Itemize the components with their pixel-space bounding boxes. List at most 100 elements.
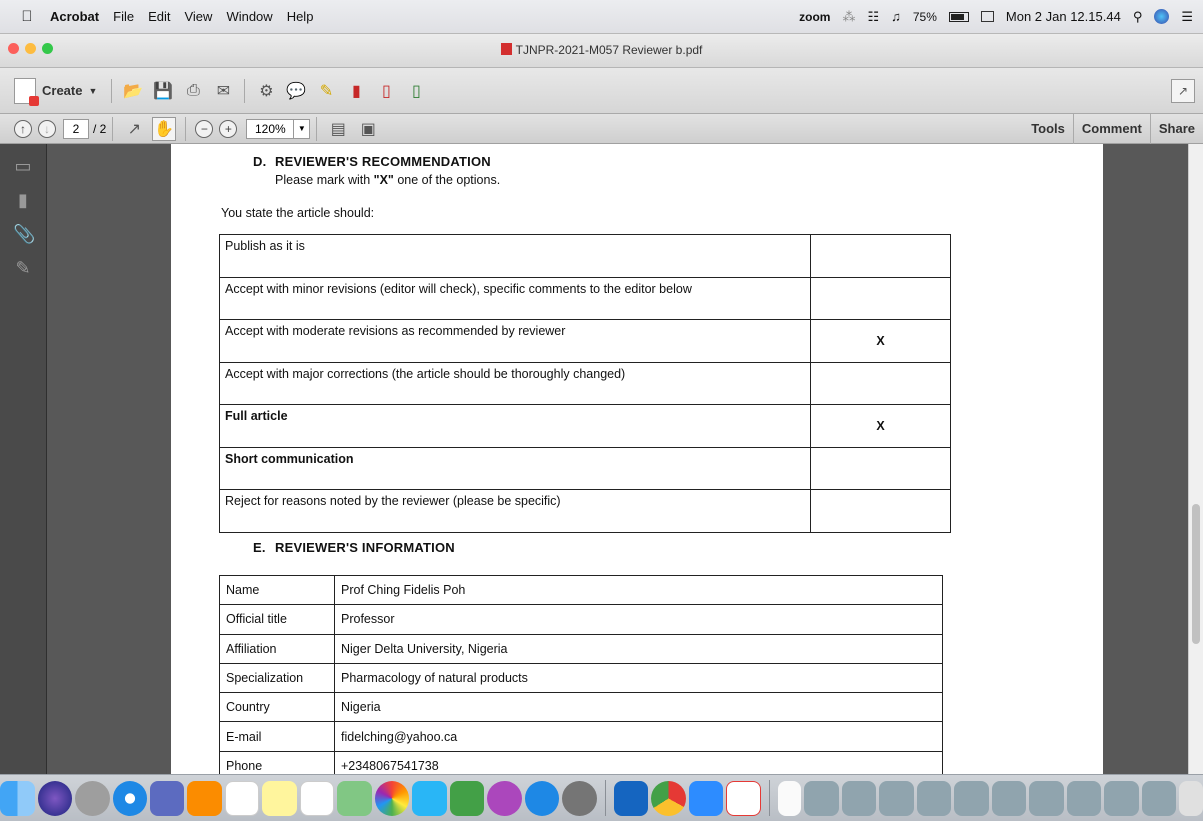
recommendation-row: Accept with major corrections (the artic… xyxy=(219,361,951,405)
share-button[interactable]: Share xyxy=(1149,113,1203,144)
reminders-icon[interactable] xyxy=(299,780,335,816)
fit-page-icon[interactable]: ▤ xyxy=(326,117,350,141)
next-page-icon[interactable]: ↓ xyxy=(38,119,56,138)
window-thumbnail-icon[interactable] xyxy=(1104,780,1139,816)
trash-icon[interactable] xyxy=(1179,780,1203,816)
pdf-page: D. REVIEWER'S RECOMMENDATION Please mark … xyxy=(171,144,1103,782)
volume-icon[interactable]: ♫ xyxy=(891,9,901,24)
highlight-icon[interactable]: ✎ xyxy=(314,79,338,103)
scrollbar-thumb[interactable] xyxy=(1192,504,1200,644)
facetime-icon[interactable] xyxy=(449,780,485,816)
reviewer-info-row: Official title Professor xyxy=(219,604,943,635)
zoom-out-icon[interactable]: − xyxy=(195,119,214,138)
zoom-dropdown-icon[interactable]: ▼ xyxy=(294,118,311,139)
full-screen-icon[interactable]: ▣ xyxy=(356,117,380,141)
display-icon[interactable] xyxy=(980,11,994,22)
export-pdf-icon[interactable]: ▯ xyxy=(374,79,398,103)
notification-center-icon[interactable]: ☰ xyxy=(1181,9,1193,25)
vertical-scrollbar[interactable] xyxy=(1188,144,1203,774)
create-button[interactable]: Create ▼ xyxy=(14,77,97,106)
siri-dock-icon[interactable] xyxy=(37,780,73,816)
signatures-icon[interactable]: ✎ xyxy=(13,258,33,280)
window-thumbnail-icon[interactable] xyxy=(804,780,839,816)
menu-edit[interactable]: Edit xyxy=(148,9,170,24)
recommendation-option-label: Full article xyxy=(219,404,811,448)
document-view[interactable]: D. REVIEWER'S RECOMMENDATION Please mark … xyxy=(47,144,1188,782)
maps-icon[interactable] xyxy=(337,780,372,816)
battery-icon[interactable] xyxy=(948,11,969,22)
previous-page-icon[interactable]: ↑ xyxy=(14,119,32,138)
reviewer-info-row: Name Prof Ching Fidelis Poh xyxy=(219,574,943,606)
word-icon[interactable] xyxy=(613,780,649,816)
safari-icon[interactable] xyxy=(112,780,147,816)
apple-menu-icon[interactable]:  xyxy=(18,8,36,25)
messages-icon[interactable] xyxy=(412,780,447,816)
window-thumbnail-icon[interactable] xyxy=(879,780,914,816)
wifi-icon[interactable]: ☷ xyxy=(867,9,879,25)
reviewer-info-table: Name Prof Ching Fidelis Poh Official title… xyxy=(219,574,943,782)
menu-app-name[interactable]: Acrobat xyxy=(50,9,99,24)
print-icon[interactable]: ⎙ xyxy=(181,79,205,103)
save-icon[interactable]: 💾 xyxy=(151,79,175,103)
spotlight-search-icon[interactable]: ⚲ xyxy=(1133,9,1143,25)
calendar-icon[interactable] xyxy=(224,780,260,816)
preview-icon[interactable] xyxy=(149,780,185,816)
siri-icon[interactable] xyxy=(1154,9,1170,24)
photos-icon[interactable] xyxy=(374,780,410,816)
recommendation-option-label: Accept with minor revisions (editor will… xyxy=(219,276,811,320)
menu-file[interactable]: File xyxy=(113,9,134,24)
menubar-clock[interactable]: Mon 2 Jan 12.15.44 xyxy=(1006,9,1121,24)
menu-help[interactable]: Help xyxy=(287,9,314,24)
expand-window-icon[interactable]: ↗ xyxy=(1171,78,1195,103)
window-thumbnail-icon[interactable] xyxy=(991,780,1027,816)
bluetooth-icon[interactable]: ⁂ xyxy=(842,9,855,25)
zoom-in-icon[interactable]: + xyxy=(219,119,238,138)
reviewer-info-label: Affiliation xyxy=(219,633,335,664)
sign-pdf-icon[interactable]: ▯ xyxy=(404,79,428,103)
battery-percent[interactable]: 75% xyxy=(913,10,937,24)
menu-window[interactable]: Window xyxy=(226,9,272,24)
menu-view[interactable]: View xyxy=(184,9,212,24)
books-icon[interactable] xyxy=(187,780,222,816)
finder-icon[interactable] xyxy=(0,780,35,816)
launchpad-icon[interactable] xyxy=(75,780,110,816)
document-icon[interactable] xyxy=(777,780,802,816)
system-preferences-icon[interactable] xyxy=(562,780,597,816)
open-folder-icon[interactable]: 📂 xyxy=(121,79,145,103)
window-thumbnail-icon[interactable] xyxy=(1066,780,1102,816)
create-pdf-icon xyxy=(14,77,39,106)
zoom-menu-extra[interactable]: zoom xyxy=(799,10,830,24)
hand-tool-icon[interactable]: ✋ xyxy=(152,116,177,141)
zoom-app-icon[interactable] xyxy=(688,780,724,816)
notes-icon[interactable] xyxy=(262,780,297,816)
stamp-icon[interactable]: ▮ xyxy=(344,79,368,103)
email-icon[interactable]: ✉ xyxy=(211,79,235,103)
window-thumbnail-icon[interactable] xyxy=(916,780,952,816)
bookmarks-icon[interactable]: ▮ xyxy=(13,190,33,212)
comment-button[interactable]: Comment xyxy=(1072,113,1150,144)
select-cursor-icon[interactable]: ↗ xyxy=(122,117,146,141)
acrobat-icon[interactable] xyxy=(726,780,761,816)
toolbar-divider xyxy=(185,116,187,141)
recommendation-mark-cell xyxy=(810,489,951,533)
comment-bubble-icon[interactable]: 💬 xyxy=(284,79,308,103)
reviewer-info-label: Name xyxy=(219,574,335,606)
app-store-icon[interactable] xyxy=(524,780,560,816)
window-title: TJNPR-2021-M057 Reviewer b.pdf xyxy=(0,43,1203,57)
zoom-level-field[interactable]: 120% xyxy=(246,118,295,139)
gear-icon[interactable]: ⚙ xyxy=(254,79,278,103)
chrome-icon[interactable] xyxy=(651,780,686,816)
window-thumbnail-icon[interactable] xyxy=(1029,780,1064,816)
attachments-paperclip-icon[interactable]: 📎 xyxy=(13,224,35,246)
main-toolbar: Create ▼ 📂 💾 ⎙ ✉ ⚙ 💬 ✎ ▮ ▯ ▯ ↗ xyxy=(0,68,1203,114)
page-thumbnails-icon[interactable]: ▭ xyxy=(13,156,33,178)
window-thumbnail-icon[interactable] xyxy=(1141,780,1177,816)
window-thumbnail-icon[interactable] xyxy=(841,780,877,816)
recommendation-mark-cell: X xyxy=(810,319,951,363)
window-thumbnail-icon[interactable] xyxy=(954,780,989,816)
tools-button[interactable]: Tools xyxy=(1023,114,1073,144)
music-icon[interactable] xyxy=(487,780,522,816)
page-total: / 2 xyxy=(93,121,107,136)
reviewer-info-row: Specialization Pharmacology of natural pr… xyxy=(219,662,943,694)
page-number-input[interactable]: 2 xyxy=(63,118,89,139)
